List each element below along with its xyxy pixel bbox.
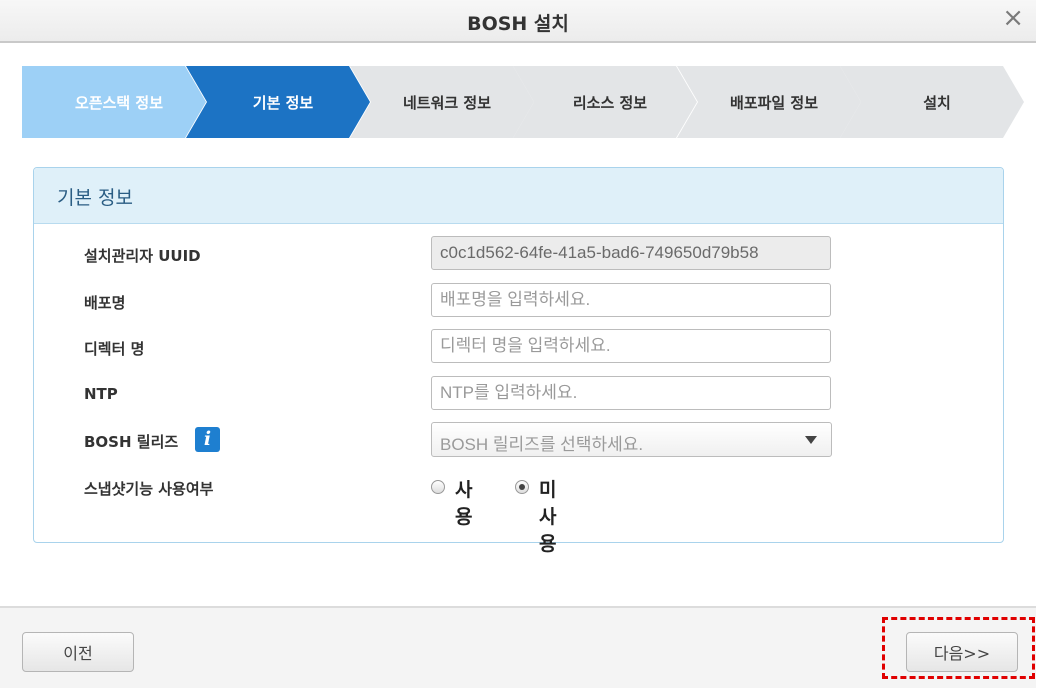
dropdown-arrow-icon [805,436,817,444]
uuid-field[interactable] [431,236,831,270]
step-network-info[interactable]: 네트워크 정보 [350,66,534,138]
bosh-release-placeholder: BOSH 릴리즈를 선택하세요. [440,435,644,454]
info-icon[interactable]: i [195,427,220,452]
panel-title: 기본 정보 [57,187,133,209]
close-icon[interactable]: × [1002,3,1024,33]
bosh-release-label: BOSH 릴리즈 [84,433,179,451]
director-name-row: 디렉터 명 [34,329,1003,365]
basic-info-panel: 기본 정보 설치관리자 UUID 배포명 디렉터 명 NTP BOSH 릴리즈 … [33,167,1004,555]
snapshot-row: 스냅샷기능 사용여부 사용 미사용 [34,469,1003,555]
step-openstack-info[interactable]: 오픈스택 정보 [22,66,206,138]
uuid-row: 설치관리자 UUID [34,236,1003,272]
radio-use[interactable] [431,480,445,494]
bosh-release-select[interactable]: BOSH 릴리즈를 선택하세요. [431,422,832,457]
deploy-name-row: 배포명 [34,283,1003,319]
radio-not-use-label[interactable]: 미사용 [539,475,556,556]
dialog-title: BOSH 설치 [467,13,569,35]
dialog-footer: 이전 다음>> [0,606,1036,688]
ntp-row: NTP [34,376,1003,412]
deploy-name-input[interactable] [431,283,831,317]
step-deploy-file-info[interactable]: 배포파일 정보 [677,66,861,138]
prev-button[interactable]: 이전 [22,632,134,672]
wizard-steps: 오픈스택 정보 기본 정보 네트워크 정보 리소스 정보 배포파일 정보 설치 [22,66,1024,138]
radio-not-use[interactable] [515,480,529,494]
director-name-input[interactable] [431,329,831,363]
next-button-highlight [882,617,1035,679]
snapshot-label: 스냅샷기능 사용여부 [84,480,214,498]
step-install[interactable]: 설치 [840,66,1024,138]
ntp-input[interactable] [431,376,831,410]
uuid-label: 설치관리자 UUID [84,247,201,265]
bosh-release-row: BOSH 릴리즈 i BOSH 릴리즈를 선택하세요. [34,422,1003,458]
panel-header: 기본 정보 [34,168,1003,224]
dialog-titlebar: BOSH 설치 × [0,0,1036,43]
deploy-name-label: 배포명 [84,294,126,312]
step-resource-info[interactable]: 리소스 정보 [513,66,697,138]
step-basic-info[interactable]: 기본 정보 [186,66,370,138]
director-name-label: 디렉터 명 [84,340,145,358]
ntp-label: NTP [84,385,118,403]
radio-use-label[interactable]: 사용 [455,475,472,529]
